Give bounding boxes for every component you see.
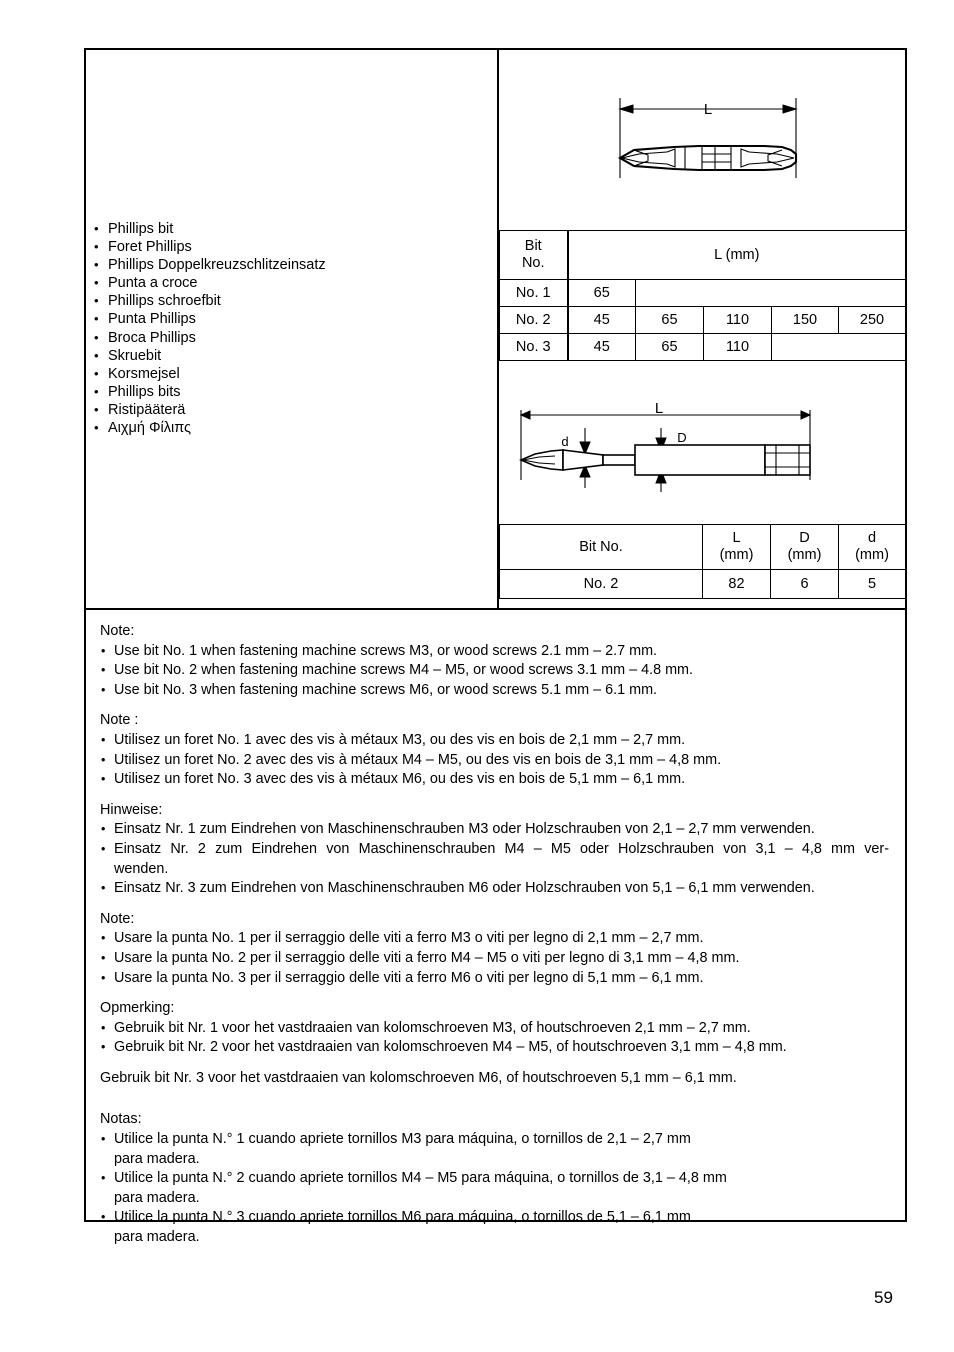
notes-section: Note: Use bit No. 1 when fastening machi… [86, 610, 905, 1245]
cell-diameter-upper: 6 [770, 569, 839, 599]
note-line: Use bit No. 2 when fastening machine scr… [100, 661, 891, 681]
note-group-dutch: Opmerking: Gebruik bit Nr. 1 voor het va… [100, 999, 891, 1088]
table-row: No. 2 45 65 110 150 250 [499, 306, 906, 334]
upper-specification-area: Phillips bit Foret Phillips Phillips Dop… [86, 50, 906, 610]
double-ended-bit-figure: L [499, 50, 905, 230]
list-item: Ristipääterä [92, 401, 492, 419]
note-line: Utilisez un foret No. 2 avec des vis à m… [100, 751, 891, 771]
note-line: Utilice la punta N.° 1 cuando apriete to… [100, 1130, 891, 1150]
list-item: Broca Phillips [92, 329, 492, 347]
list-item: Phillips Doppelkreuzschlitzeinsatz [92, 256, 492, 274]
header-diameter-upper-unit: (mm) [787, 547, 822, 563]
note-line: Gebruik bit Nr. 1 voor het vastdraaien v… [100, 1019, 891, 1039]
page-number: 59 [874, 1288, 893, 1307]
list-item: Foret Phillips [92, 238, 492, 256]
header-bit-no-line2: No. [521, 255, 545, 271]
cell-length: 250 [838, 306, 906, 334]
header-length-symbol: L [732, 530, 741, 546]
right-column: L Bit No. L (mm) No. 1 65 No. 2 45 65 11… [499, 50, 906, 610]
note-heading: Note: [100, 623, 135, 639]
table-header-row: Bit No. L (mm) D (mm) d (mm) [499, 524, 906, 570]
table-header-row: Bit No. L (mm) [499, 230, 906, 280]
list-item: Phillips schroefbit [92, 292, 492, 310]
header-length: L (mm) [567, 230, 906, 280]
header-length-unit: (mm) [719, 547, 754, 563]
table-row: No. 1 65 [499, 279, 906, 307]
dimension-label-D: D [677, 430, 686, 445]
note-line: Usare la punta No. 2 per il serraggio de… [100, 949, 891, 969]
cell-diameter-lower: 5 [838, 569, 906, 599]
cell-length: 45 [567, 333, 636, 361]
note-line-continuation: para madera. [114, 1229, 200, 1246]
bit-length-table: Bit No. L (mm) No. 1 65 No. 2 45 65 110 … [499, 230, 906, 361]
note-heading: Notas: [100, 1111, 142, 1128]
cell-bit-no: No. 2 [499, 306, 569, 334]
header-diameter-upper: D (mm) [770, 524, 839, 570]
list-item: Αιχμή Φίλιπς [92, 419, 492, 437]
list-item: Phillips bit [92, 220, 492, 238]
note-line: Utilisez un foret No. 3 avec des vis à m… [100, 770, 891, 790]
cell-length: 65 [635, 333, 704, 361]
header-bit-no: Bit No. [499, 230, 569, 280]
note-line: Use bit No. 1 when fastening machine scr… [100, 642, 891, 662]
note-line: Utilice la punta N.° 2 cuando apriete to… [100, 1169, 891, 1189]
note-line: Einsatz Nr. 2 zum Eindrehen von Maschine… [100, 840, 891, 860]
note-line-plain: Gebruik bit Nr. 3 voor het vastdraaien v… [100, 1069, 737, 1086]
header-diameter-upper-symbol: D [799, 530, 810, 546]
note-line: Utilisez un foret No. 1 avec des vis à m… [100, 731, 891, 751]
cell-empty [635, 279, 906, 307]
cell-bit-no: No. 2 [499, 569, 703, 599]
cell-empty [771, 333, 906, 361]
cell-length: 65 [567, 279, 636, 307]
list-item: Punta Phillips [92, 310, 492, 328]
cell-length: 110 [703, 306, 772, 334]
header-length: L (mm) [702, 524, 771, 570]
cell-bit-no: No. 3 [499, 333, 569, 361]
note-line: Usare la punta No. 3 per il serraggio de… [100, 969, 891, 989]
note-heading: Note: [100, 910, 135, 927]
header-diameter-lower: d (mm) [838, 524, 906, 570]
cell-length: 82 [702, 569, 771, 599]
single-ended-bit-figure: L d D [499, 388, 905, 524]
note-line-continuation: para madera. [114, 1150, 200, 1167]
cell-length: 110 [703, 333, 772, 361]
table-row: No. 3 45 65 110 [499, 333, 906, 361]
note-line: Utilice la punta N.° 3 cuando apriete to… [100, 1208, 891, 1228]
cell-length: 150 [771, 306, 839, 334]
header-diameter-lower-symbol: d [867, 530, 877, 546]
note-line: Gebruik bit Nr. 2 voor het vastdraaien v… [100, 1038, 891, 1058]
note-line: Einsatz Nr. 1 zum Eindrehen von Maschine… [100, 820, 891, 840]
note-group-english: Note: Use bit No. 1 when fastening machi… [100, 622, 891, 700]
note-group-french: Note : Utilisez un foret No. 1 avec des … [100, 711, 891, 789]
list-item: Punta a croce [92, 274, 492, 292]
dimension-label-d: d [561, 434, 568, 449]
note-heading: Note : [100, 712, 139, 729]
product-name-list: Phillips bit Foret Phillips Phillips Dop… [92, 220, 492, 437]
header-bit-no-line1: Bit [524, 238, 542, 254]
dimension-label-L: L [704, 101, 712, 118]
header-bit-no: Bit No. [499, 524, 703, 570]
page-content-frame: Phillips bit Foret Phillips Phillips Dop… [84, 48, 907, 1245]
note-group-german: Hinweise: Einsatz Nr. 1 zum Eindrehen vo… [100, 801, 891, 899]
note-heading: Opmerking: [100, 1000, 175, 1017]
note-line: Use bit No. 3 when fastening machine scr… [100, 681, 891, 701]
note-heading: Hinweise: [100, 801, 163, 818]
bit-dimensions-table: Bit No. L (mm) D (mm) d (mm) No. 2 82 6 … [499, 524, 906, 599]
cell-bit-no: No. 1 [499, 279, 569, 307]
note-line-continuation: para madera. [114, 1189, 200, 1206]
note-line-continuation: wenden. [114, 860, 169, 877]
list-item: Phillips bits [92, 383, 492, 401]
list-item: Skruebit [92, 347, 492, 365]
dimension-label-L: L [655, 400, 663, 417]
list-item: Korsmejsel [92, 365, 492, 383]
note-line: Usare la punta No. 1 per il serraggio de… [100, 929, 891, 949]
header-diameter-lower-unit: (mm) [855, 547, 889, 563]
note-group-spanish: Notas: Utilice la punta N.° 1 cuando apr… [100, 1110, 891, 1247]
note-group-italian: Note: Usare la punta No. 1 per il serrag… [100, 910, 891, 988]
cell-length: 65 [635, 306, 704, 334]
note-line: Einsatz Nr. 3 zum Eindrehen von Maschine… [100, 879, 891, 899]
cell-length: 45 [567, 306, 636, 334]
table-row: No. 2 82 6 5 [499, 569, 906, 599]
